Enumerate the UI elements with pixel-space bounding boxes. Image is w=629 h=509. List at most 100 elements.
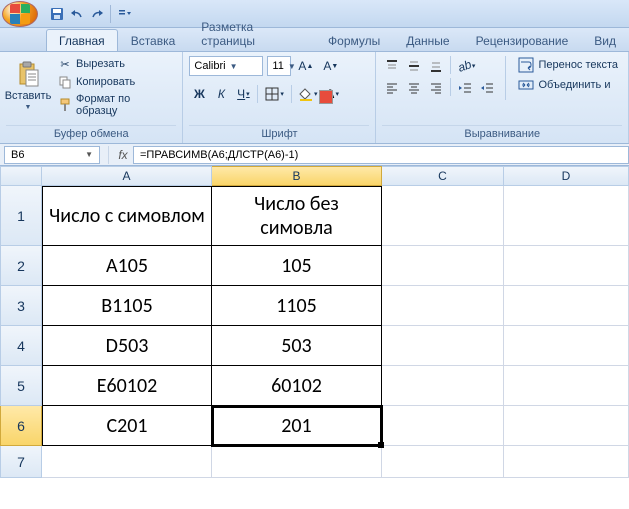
- group-alignment-label: Выравнивание: [382, 125, 622, 141]
- undo-icon[interactable]: [70, 7, 84, 21]
- cell-A5[interactable]: E60102: [42, 366, 212, 406]
- row-header-7[interactable]: 7: [0, 446, 42, 478]
- cell-B2[interactable]: 105: [212, 246, 382, 286]
- align-middle-button[interactable]: [404, 56, 424, 76]
- column-header-C[interactable]: C: [382, 166, 504, 186]
- cut-button[interactable]: ✂ Вырезать: [54, 56, 176, 72]
- cell-B7[interactable]: [212, 446, 382, 478]
- group-clipboard-label: Буфер обмена: [6, 125, 176, 141]
- underline-button[interactable]: Ч▾: [233, 84, 253, 104]
- font-color-swatch: [319, 90, 333, 104]
- tab-formulas[interactable]: Формулы: [315, 29, 393, 51]
- tab-page-layout[interactable]: Разметка страницы: [188, 15, 315, 51]
- row-header-6[interactable]: 6: [0, 406, 42, 446]
- quick-access-toolbar: [42, 5, 139, 23]
- cell-C4[interactable]: [382, 326, 504, 366]
- format-painter-label: Формат по образцу: [76, 93, 172, 117]
- brush-icon: [58, 98, 72, 112]
- fill-color-button[interactable]: ▾: [296, 84, 321, 104]
- cell-A6[interactable]: C201: [42, 406, 212, 446]
- tab-home[interactable]: Главная: [46, 29, 118, 51]
- ribbon-tabs: Главная Вставка Разметка страницы Формул…: [0, 28, 629, 52]
- cell-B5[interactable]: 60102: [212, 366, 382, 406]
- cell-D2[interactable]: [504, 246, 629, 286]
- cell-C3[interactable]: [382, 286, 504, 326]
- orientation-button[interactable]: ab▾: [455, 56, 478, 76]
- cell-D4[interactable]: [504, 326, 629, 366]
- align-center-button[interactable]: [404, 78, 424, 98]
- name-box[interactable]: B6 ▼: [4, 146, 100, 164]
- cell-B3[interactable]: 1105: [212, 286, 382, 326]
- formula-input[interactable]: =ПРАВСИМВ(A6;ДЛСТР(A6)-1): [133, 146, 629, 164]
- borders-button[interactable]: ▾: [262, 84, 287, 104]
- fx-icon[interactable]: fx: [113, 148, 133, 162]
- group-font: Calibri ▼ 11 ▼ A▲ A▼ Ж К Ч▾ ▾: [183, 52, 376, 143]
- copy-button[interactable]: Копировать: [54, 74, 176, 90]
- cell-A1[interactable]: Число с симовлом: [42, 186, 212, 246]
- bucket-icon: [299, 87, 313, 101]
- tab-insert[interactable]: Вставка: [118, 29, 189, 51]
- align-right-button[interactable]: [426, 78, 446, 98]
- redo-icon[interactable]: [90, 7, 104, 21]
- shrink-font-button[interactable]: A▼: [320, 56, 341, 76]
- formula-bar: B6 ▼ fx =ПРАВСИМВ(A6;ДЛСТР(A6)-1): [0, 144, 629, 166]
- font-name-value: Calibri: [194, 60, 225, 72]
- tab-view[interactable]: Вид: [581, 29, 629, 51]
- font-size-value: 11: [272, 60, 283, 72]
- paste-button[interactable]: Вставить ▼: [6, 56, 50, 115]
- cell-D6[interactable]: [504, 406, 629, 446]
- tab-review[interactable]: Рецензирование: [463, 29, 582, 51]
- tab-data[interactable]: Данные: [393, 29, 462, 51]
- cell-D5[interactable]: [504, 366, 629, 406]
- scissors-icon: ✂: [58, 57, 72, 71]
- copy-label: Копировать: [76, 76, 135, 88]
- cell-D1[interactable]: [504, 186, 629, 246]
- cell-C5[interactable]: [382, 366, 504, 406]
- cell-D7[interactable]: [504, 446, 629, 478]
- row-header-5[interactable]: 5: [0, 366, 42, 406]
- cell-A7[interactable]: [42, 446, 212, 478]
- qat-customize-icon[interactable]: [117, 7, 131, 21]
- cell-C1[interactable]: [382, 186, 504, 246]
- format-painter-button[interactable]: Формат по образцу: [54, 92, 176, 118]
- row-header-2[interactable]: 2: [0, 246, 42, 286]
- grow-font-button[interactable]: A▲: [295, 56, 316, 76]
- decrease-indent-button[interactable]: [455, 78, 475, 98]
- merge-label: Объединить и: [538, 79, 610, 91]
- save-icon[interactable]: [50, 7, 64, 21]
- column-header-B[interactable]: B: [212, 166, 382, 186]
- worksheet-grid[interactable]: ABCD 1Число с симовломЧисло без симовла 2…: [0, 166, 629, 478]
- font-name-combo[interactable]: Calibri ▼: [189, 56, 263, 76]
- cell-A4[interactable]: D503: [42, 326, 212, 366]
- row-header-3[interactable]: 3: [0, 286, 42, 326]
- italic-button[interactable]: К: [211, 84, 231, 104]
- office-button[interactable]: [2, 1, 38, 27]
- wrap-text-label: Перенос текста: [538, 59, 618, 71]
- cell-B6[interactable]: 201: [212, 406, 382, 446]
- select-all-corner[interactable]: [0, 166, 42, 186]
- align-top-button[interactable]: [382, 56, 402, 76]
- cell-C7[interactable]: [382, 446, 504, 478]
- font-size-combo[interactable]: 11 ▼: [267, 56, 291, 76]
- group-alignment: ab▾ Перенос текста: [376, 52, 629, 143]
- merge-button[interactable]: Объединить и: [514, 76, 622, 94]
- column-header-A[interactable]: A: [42, 166, 212, 186]
- cell-C6[interactable]: [382, 406, 504, 446]
- wrap-text-button[interactable]: Перенос текста: [514, 56, 622, 74]
- cell-C2[interactable]: [382, 246, 504, 286]
- increase-indent-button[interactable]: [477, 78, 497, 98]
- column-header-D[interactable]: D: [504, 166, 629, 186]
- cell-A3[interactable]: B1105: [42, 286, 212, 326]
- copy-icon: [58, 75, 72, 89]
- align-left-button[interactable]: [382, 78, 402, 98]
- row-header-1[interactable]: 1: [0, 186, 42, 246]
- cell-D3[interactable]: [504, 286, 629, 326]
- ribbon: Вставить ▼ ✂ Вырезать Копировать: [0, 52, 629, 144]
- cell-B1[interactable]: Число без симовла: [212, 186, 382, 246]
- align-bottom-button[interactable]: [426, 56, 446, 76]
- cell-A2[interactable]: A105: [42, 246, 212, 286]
- cell-B4[interactable]: 503: [212, 326, 382, 366]
- row-header-4[interactable]: 4: [0, 326, 42, 366]
- wrap-text-icon: [518, 57, 534, 73]
- bold-button[interactable]: Ж: [189, 84, 209, 104]
